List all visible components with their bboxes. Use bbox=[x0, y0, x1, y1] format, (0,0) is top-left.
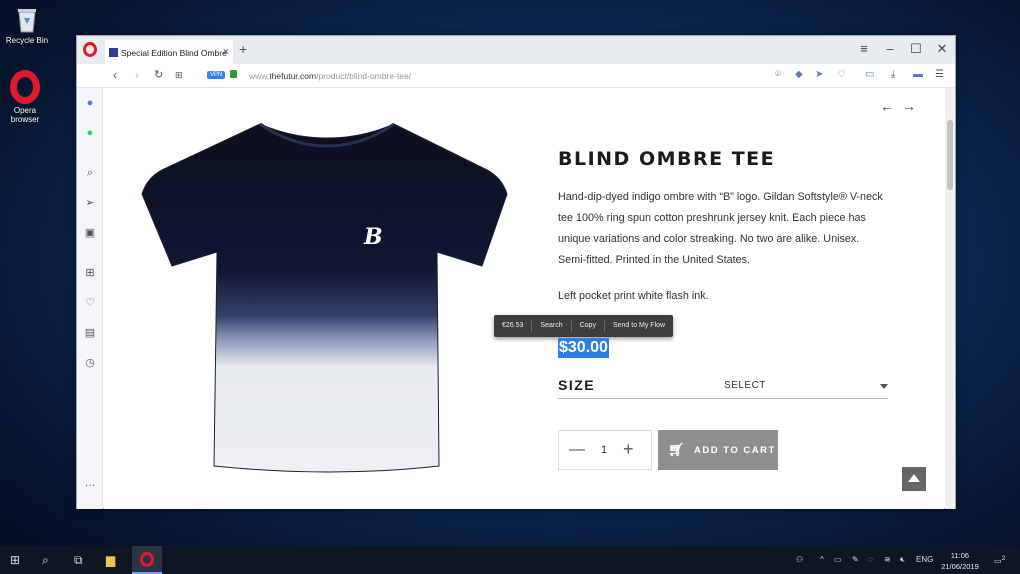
pocket-note: Left pocket print white flash ink. bbox=[558, 290, 709, 302]
maximize-button[interactable]: ☐ bbox=[909, 41, 923, 57]
lock-icon[interactable] bbox=[230, 70, 237, 78]
tab-title: Special Edition Blind Ombre bbox=[121, 48, 227, 58]
wifi-icon[interactable]: ≋ bbox=[884, 555, 891, 564]
product-description: Hand-dip-dyed indigo ombre with “B” logo… bbox=[558, 191, 883, 266]
bookmark-heart-icon[interactable]: ♡ bbox=[837, 69, 846, 80]
messenger-icon[interactable]: ● bbox=[83, 96, 97, 110]
opera-desktop-label: Opera browser bbox=[10, 106, 40, 124]
flow-icon[interactable]: ▭ bbox=[865, 69, 874, 80]
product-image[interactable]: B bbox=[132, 116, 522, 486]
download-icon[interactable]: ⤓ bbox=[891, 69, 895, 80]
url-path: /product/blind-ombre-tee/ bbox=[316, 71, 412, 81]
url-domain: thefutur.com bbox=[269, 71, 317, 81]
new-tab-button[interactable]: + bbox=[239, 41, 247, 57]
popup-copy-item[interactable]: Copy bbox=[572, 320, 605, 332]
quantity-stepper[interactable]: — 1 + bbox=[558, 430, 652, 470]
recycle-bin-desktop-icon[interactable]: Recycle Bin bbox=[2, 6, 52, 45]
more-icon[interactable]: … bbox=[83, 476, 97, 490]
url-prefix: www. bbox=[249, 71, 270, 81]
start-windows-icon[interactable]: ⊞ bbox=[10, 553, 20, 567]
browser-window: Special Edition Blind Ombre × + ≡ – ☐ ✕ … bbox=[76, 35, 956, 509]
opera-logo-icon bbox=[10, 70, 40, 104]
url-field[interactable]: www.thefutur.com/product/blind-ombre-tee… bbox=[249, 71, 411, 81]
network-icon[interactable]: ◌ bbox=[868, 555, 873, 564]
quantity-decrease-button[interactable]: — bbox=[569, 441, 585, 459]
send-flow-icon[interactable]: ➢ bbox=[83, 196, 97, 210]
history-clock-icon[interactable]: ◷ bbox=[83, 356, 97, 370]
show-hidden-icons-chevron-icon[interactable]: ^ bbox=[820, 555, 824, 564]
forward-button[interactable]: › bbox=[135, 68, 139, 82]
pen-icon[interactable]: ✎ bbox=[852, 555, 859, 564]
search-taskbar-icon[interactable]: ⌕ bbox=[42, 553, 49, 568]
cart-icon: 🛒︎ bbox=[668, 442, 687, 457]
product-price: $30.00 bbox=[558, 338, 609, 358]
page-scrollbar[interactable] bbox=[945, 88, 955, 509]
file-explorer-icon[interactable]: ▆ bbox=[106, 553, 115, 567]
bookmarks-heart-icon[interactable]: ♡ bbox=[83, 296, 97, 310]
wallet-icon[interactable]: ▣ bbox=[83, 226, 97, 240]
vpn-badge[interactable]: VPN bbox=[207, 71, 226, 79]
add-to-cart-label: ADD TO CART bbox=[694, 445, 776, 456]
chevron-down-icon bbox=[880, 384, 888, 389]
opera-taskbar-icon bbox=[140, 552, 154, 567]
easy-setup-icon[interactable]: ☰ bbox=[935, 69, 944, 80]
battery-saver-icon[interactable]: ▬ bbox=[913, 69, 923, 80]
volume-muted-icon[interactable]: 🔇︎ bbox=[900, 555, 905, 565]
people-icon[interactable]: ⚇ bbox=[796, 555, 803, 564]
address-bar: ‹ › ↻ ⊞ VPN www.thefutur.com/product/bli… bbox=[77, 64, 955, 88]
tab-bar: Special Edition Blind Ombre × + ≡ – ☐ ✕ bbox=[77, 36, 955, 64]
reload-button[interactable]: ↻ bbox=[154, 68, 163, 81]
page-content: ←→ B BLIND OMBRE TEE Hand-dip-dyed indig… bbox=[104, 88, 944, 509]
adblock-shield-icon[interactable]: ◆ bbox=[795, 69, 803, 80]
clock-date: 21/06/2019 bbox=[941, 562, 979, 571]
minimize-button[interactable]: – bbox=[883, 41, 897, 56]
taskbar: ⊞ ⌕ ⧉ ▆ ⚇ ^ ▭ ✎ ◌ ≋ 🔇︎ ENG 11:06 21/06/2… bbox=[0, 546, 1020, 574]
recycle-bin-icon bbox=[15, 6, 39, 34]
sidebar: ● ● ⌕ ➢ ▣ ⊞ ♡ ▤ ◷ … bbox=[77, 88, 103, 509]
size-select-value: SELECT bbox=[724, 380, 766, 391]
back-button[interactable]: ‹ bbox=[113, 68, 117, 82]
close-window-button[interactable]: ✕ bbox=[935, 41, 949, 57]
quantity-increase-button[interactable]: + bbox=[623, 439, 634, 460]
scrollbar-thumb[interactable] bbox=[947, 120, 953, 190]
clock-time: 11:06 bbox=[950, 551, 970, 560]
opera-desktop-icon[interactable]: Opera browser bbox=[0, 70, 50, 124]
prev-next-arrows[interactable]: ←→ bbox=[880, 98, 924, 114]
product-title: BLIND OMBRE TEE bbox=[558, 148, 776, 170]
news-icon[interactable]: ▤ bbox=[83, 326, 97, 340]
quantity-value[interactable]: 1 bbox=[601, 444, 607, 456]
tab-active[interactable]: Special Edition Blind Ombre × bbox=[105, 40, 233, 64]
shirt-logo-letter: B bbox=[363, 224, 383, 250]
notification-count: 2 bbox=[1001, 555, 1006, 562]
popup-search-item[interactable]: Search bbox=[532, 320, 572, 332]
scroll-to-top-button[interactable] bbox=[902, 467, 926, 491]
size-divider bbox=[558, 398, 888, 399]
size-label: SIZE bbox=[558, 377, 596, 393]
action-center-icon[interactable]: ▭2 bbox=[994, 555, 1005, 566]
send-icon[interactable]: ➤ bbox=[815, 69, 823, 80]
selection-popup: €26.53 Search Copy Send to My Flow bbox=[494, 315, 674, 337]
popup-send-to-flow-item[interactable]: Send to My Flow bbox=[605, 320, 673, 332]
tab-menu-icon[interactable]: ≡ bbox=[857, 41, 871, 56]
language-indicator[interactable]: ENG bbox=[916, 555, 933, 564]
battery-icon[interactable]: ▭ bbox=[834, 555, 842, 564]
speed-dial-icon[interactable]: ⊞ bbox=[175, 70, 183, 81]
clock[interactable]: 11:06 21/06/2019 bbox=[938, 550, 982, 572]
currency-conversion-item[interactable]: €26.53 bbox=[494, 320, 533, 332]
tab-close-icon[interactable]: × bbox=[223, 46, 229, 58]
whatsapp-icon[interactable]: ● bbox=[83, 126, 97, 140]
snapshot-icon[interactable]: ⌾ bbox=[775, 69, 781, 80]
add-to-cart-button[interactable]: 🛒︎ ADD TO CART bbox=[658, 430, 778, 470]
search-icon[interactable]: ⌕ bbox=[83, 166, 97, 180]
opera-menu-icon[interactable] bbox=[83, 42, 97, 57]
favicon-icon bbox=[109, 48, 118, 57]
size-select[interactable]: SELECT bbox=[704, 378, 888, 396]
speed-dial-sidebar-icon[interactable]: ⊞ bbox=[83, 266, 97, 280]
opera-taskbar-button[interactable] bbox=[132, 546, 162, 574]
task-view-icon[interactable]: ⧉ bbox=[74, 553, 83, 568]
recycle-bin-label: Recycle Bin bbox=[5, 36, 49, 45]
